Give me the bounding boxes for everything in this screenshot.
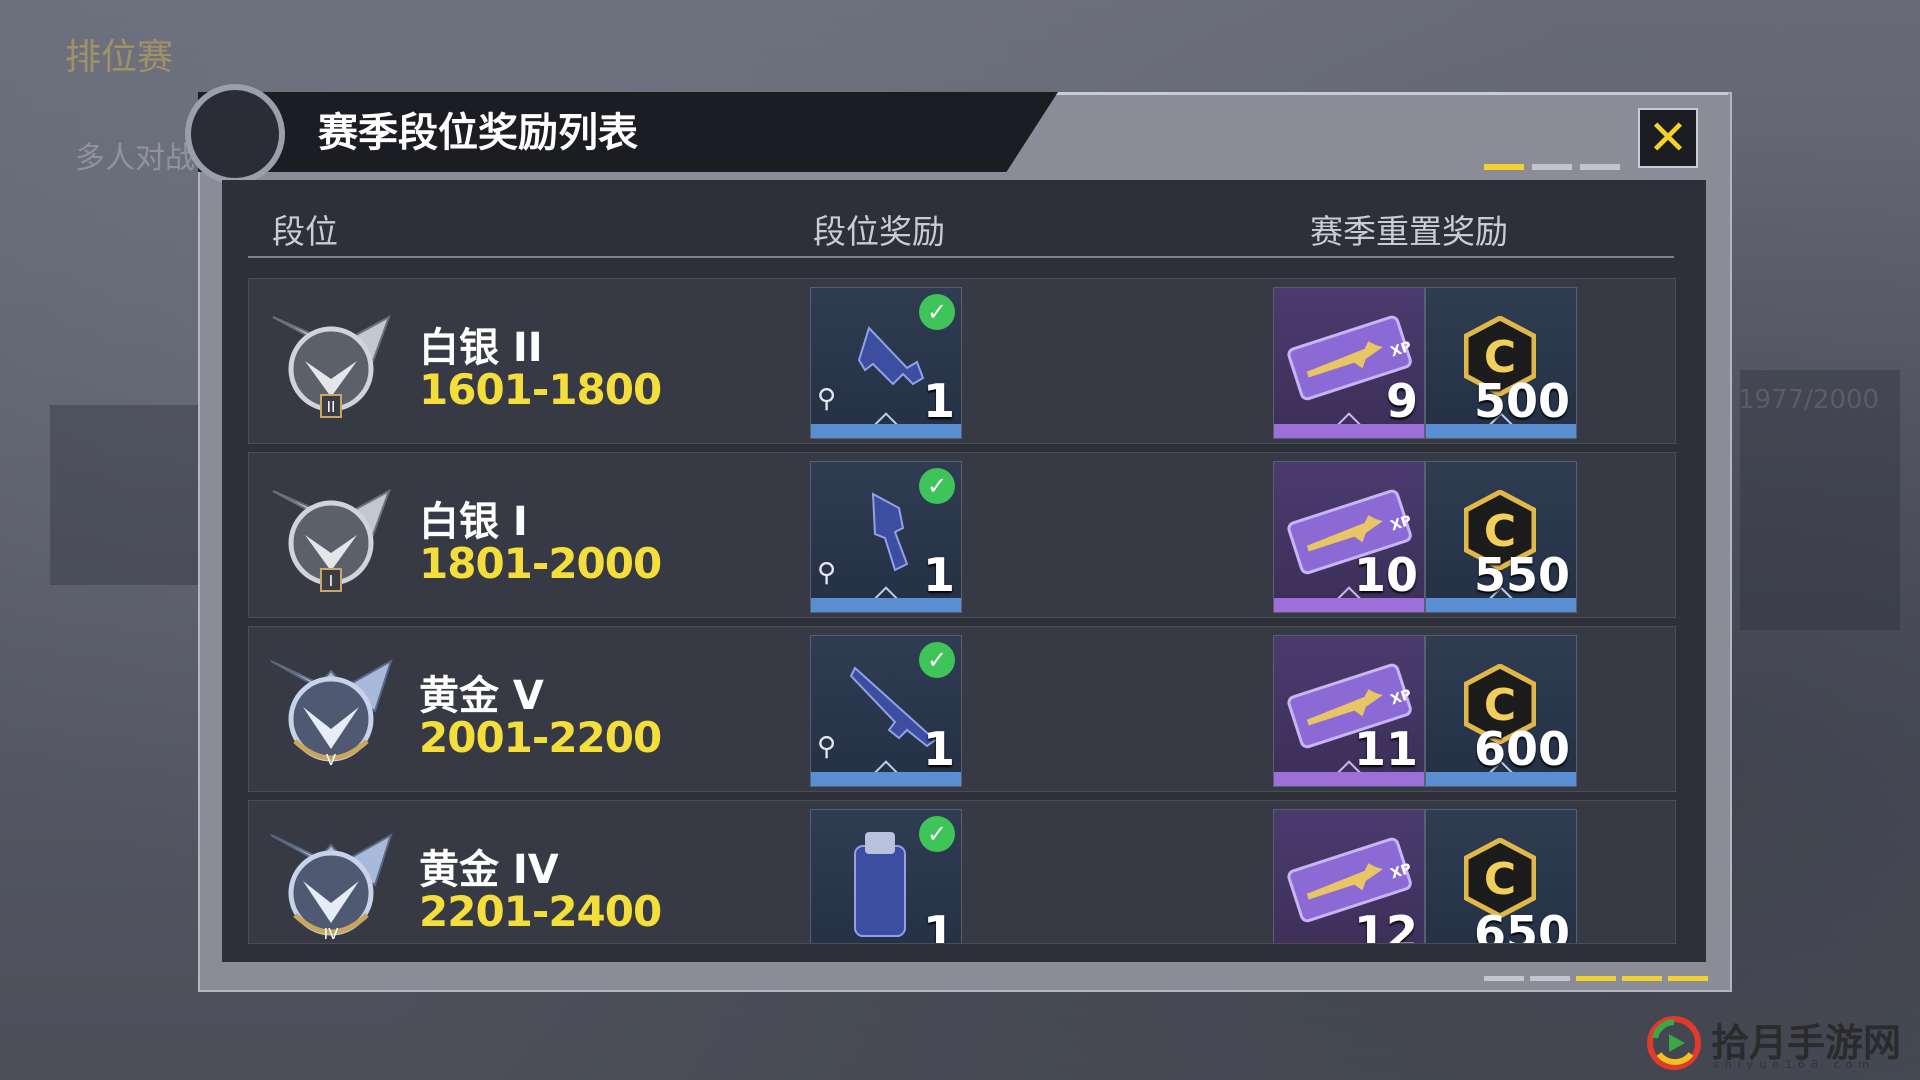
scroll-dot: [1668, 976, 1708, 981]
table-row[interactable]: I 白银 I 1801-2000 ✓ ⚲ 1 XP 10 C 550: [248, 452, 1676, 618]
season-reward-cp[interactable]: C 650: [1425, 809, 1577, 944]
watermark-logo-icon: [1647, 1016, 1701, 1070]
page-dot: [1580, 164, 1620, 170]
reward-quantity: 1: [922, 906, 955, 944]
reward-quantity: 10: [1353, 548, 1418, 602]
reward-quantity: 12: [1353, 906, 1418, 944]
season-reward-cp[interactable]: C 550: [1425, 461, 1577, 613]
claimed-check-icon: ✓: [919, 642, 955, 678]
rank-reward-weapon-blueprint[interactable]: ✓ ⚲ 1: [810, 461, 962, 613]
header-page-indicator: [1484, 164, 1620, 170]
table-row[interactable]: II 白银 II 1601-1800 ✓ ⚲ 1 XP 9 C 500: [248, 278, 1676, 444]
reward-quantity: 1: [922, 548, 955, 602]
svg-text:IV: IV: [324, 925, 339, 943]
rank-reward-weapon-blueprint[interactable]: ✓ ⚲ 1: [810, 287, 962, 439]
column-header-season-reset-reward: 赛季重置奖励: [1310, 212, 1508, 251]
rarity-bar: [1274, 598, 1424, 612]
scroll-dot: [1530, 976, 1570, 981]
close-x-icon[interactable]: ✕: [1638, 108, 1698, 168]
claimed-check-icon: ✓: [919, 816, 955, 852]
svg-text:C: C: [1484, 854, 1516, 905]
rank-reward-item[interactable]: ✓ 1: [810, 809, 962, 944]
blueprint-compass-icon: ⚲: [817, 732, 837, 762]
rank-score-range: 1801-2000: [419, 539, 662, 588]
rarity-bar: [811, 424, 961, 438]
reward-quantity: 650: [1473, 906, 1570, 944]
background-mode-label: 多人对战: [75, 141, 195, 176]
rarity-bar: [1426, 424, 1576, 438]
rank-score-range: 2201-2400: [419, 887, 662, 936]
page-dot: [1484, 164, 1524, 170]
svg-text:V: V: [326, 751, 337, 769]
reward-quantity: 600: [1473, 722, 1570, 776]
scroll-dot: [1484, 976, 1524, 981]
silver-rank-badge-icon: II: [272, 314, 391, 418]
silver-rank-badge-icon: I: [272, 488, 391, 592]
rank-score-range: 1601-1800: [419, 365, 662, 414]
column-header-rank: 段位: [272, 212, 338, 251]
watermark: 拾月手游网 shiyue168.com: [1645, 1010, 1910, 1072]
header-divider: [248, 256, 1674, 258]
season-reward-xp-card[interactable]: XP 12: [1273, 809, 1425, 944]
scroll-dot: [1622, 976, 1662, 981]
reward-quantity: 1: [922, 722, 955, 776]
scroll-dot: [1576, 976, 1616, 981]
svg-text:II: II: [327, 398, 336, 416]
rank-reward-weapon-blueprint[interactable]: ✓ ⚲ 1: [810, 635, 962, 787]
season-reward-xp-card[interactable]: XP 11: [1273, 635, 1425, 787]
column-header-rank-reward: 段位奖励: [813, 212, 945, 251]
claimed-check-icon: ✓: [919, 294, 955, 330]
background-card: [1740, 370, 1900, 630]
season-reward-xp-card[interactable]: XP 10: [1273, 461, 1425, 613]
reward-quantity: 500: [1473, 374, 1570, 428]
gold-rank-badge-icon: IV: [270, 832, 393, 943]
rank-score-range: 2001-2200: [419, 713, 662, 762]
season-reward-xp-card[interactable]: XP 9: [1273, 287, 1425, 439]
watermark-url: shiyue168.com: [1713, 1058, 1875, 1071]
reward-quantity: 11: [1353, 722, 1418, 776]
svg-text:I: I: [329, 572, 333, 590]
claimed-check-icon: ✓: [919, 468, 955, 504]
gold-rank-badge-icon: V: [270, 658, 393, 769]
rarity-bar: [1426, 772, 1576, 786]
reward-quantity: 9: [1385, 374, 1418, 428]
table-row[interactable]: IV 黄金 IV 2201-2400 ✓ 1 XP 12 C 650: [248, 800, 1676, 944]
rarity-bar: [1274, 772, 1424, 786]
rarity-bar: [811, 598, 961, 612]
bottom-scroll-indicator: [1484, 976, 1708, 981]
rarity-bar: [1426, 598, 1576, 612]
table-row[interactable]: V 黄金 V 2001-2200 ✓ ⚲ 1 XP 11 C 600: [248, 626, 1676, 792]
blueprint-compass-icon: ⚲: [817, 558, 837, 588]
season-reward-cp[interactable]: C 500: [1425, 287, 1577, 439]
rarity-bar: [811, 772, 961, 786]
reward-quantity: 1: [922, 374, 955, 428]
mode-logo-icon: M: [185, 84, 477, 334]
background-screen-title: 排位赛: [65, 37, 174, 78]
dialog-title: 赛季段位奖励列表: [318, 110, 638, 156]
page-dot: [1532, 164, 1572, 170]
season-reward-cp[interactable]: C 600: [1425, 635, 1577, 787]
blueprint-compass-icon: ⚲: [817, 384, 837, 414]
reward-quantity: 550: [1473, 548, 1570, 602]
rarity-bar: [1274, 424, 1424, 438]
